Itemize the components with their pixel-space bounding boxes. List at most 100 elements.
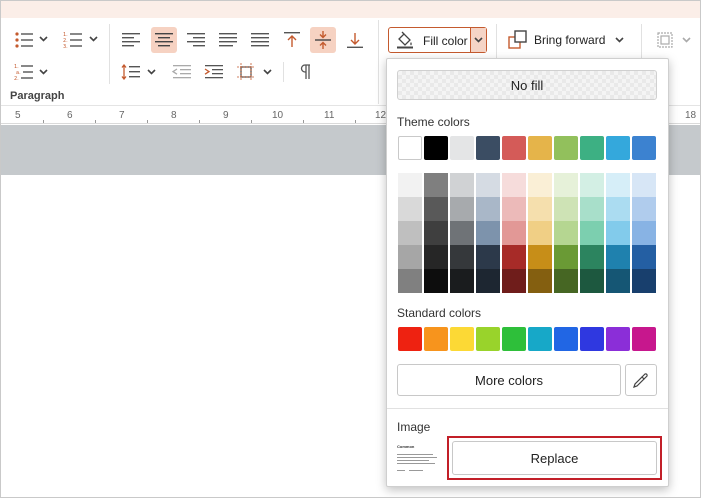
standard-color-swatch[interactable]	[554, 327, 578, 351]
theme-shade-swatch[interactable]	[424, 197, 448, 221]
fill-color-button[interactable]: Fill color	[388, 27, 487, 53]
theme-shade-swatch[interactable]	[398, 245, 422, 269]
theme-shade-swatch[interactable]	[502, 221, 526, 245]
theme-shade-swatch[interactable]	[398, 173, 422, 197]
chevron-down-icon[interactable]	[682, 37, 691, 43]
chevron-down-icon[interactable]	[263, 69, 272, 75]
padding-button[interactable]	[234, 60, 258, 84]
chevron-down-icon[interactable]	[89, 36, 98, 42]
align-right-button[interactable]	[184, 28, 208, 52]
theme-shade-swatch[interactable]	[476, 173, 500, 197]
line-spacing-button[interactable]	[119, 60, 143, 84]
arrange-button[interactable]	[653, 28, 677, 52]
justify-button[interactable]	[216, 28, 240, 52]
theme-shade-swatch[interactable]	[554, 245, 578, 269]
theme-shade-swatch[interactable]	[450, 269, 474, 293]
theme-shade-swatch[interactable]	[424, 173, 448, 197]
distribute-button[interactable]	[248, 28, 272, 52]
align-middle-button[interactable]	[310, 27, 336, 53]
theme-shade-swatch[interactable]	[632, 245, 656, 269]
theme-color-swatch[interactable]	[606, 136, 630, 160]
theme-shade-swatch[interactable]	[606, 173, 630, 197]
align-left-button[interactable]	[119, 28, 143, 52]
theme-shade-swatch[interactable]	[424, 269, 448, 293]
theme-color-swatch[interactable]	[424, 136, 448, 160]
theme-color-swatch[interactable]	[632, 136, 656, 160]
theme-shade-swatch[interactable]	[528, 221, 552, 245]
theme-shade-swatch[interactable]	[528, 197, 552, 221]
theme-shade-swatch[interactable]	[476, 269, 500, 293]
theme-shade-swatch[interactable]	[450, 245, 474, 269]
standard-color-swatch[interactable]	[476, 327, 500, 351]
theme-shade-swatch[interactable]	[580, 173, 604, 197]
standard-color-swatch[interactable]	[398, 327, 422, 351]
standard-color-swatch[interactable]	[528, 327, 552, 351]
standard-color-swatch[interactable]	[502, 327, 526, 351]
theme-color-swatch[interactable]	[528, 136, 552, 160]
theme-shade-swatch[interactable]	[502, 269, 526, 293]
decrease-indent-button[interactable]	[169, 60, 193, 84]
align-top-button[interactable]	[280, 28, 304, 52]
theme-shade-swatch[interactable]	[632, 197, 656, 221]
chevron-down-icon[interactable]	[39, 69, 48, 75]
theme-shade-swatch[interactable]	[476, 245, 500, 269]
theme-shade-swatch[interactable]	[502, 197, 526, 221]
show-formatting-button[interactable]	[293, 60, 317, 84]
theme-shade-swatch[interactable]	[528, 245, 552, 269]
fill-color-dropdown[interactable]	[470, 28, 486, 52]
theme-shade-swatch[interactable]	[580, 245, 604, 269]
align-center-button[interactable]	[151, 27, 177, 53]
multilevel-list-button[interactable]: 1. a. 2.	[12, 60, 36, 84]
theme-shade-swatch[interactable]	[580, 221, 604, 245]
theme-shade-swatch[interactable]	[424, 221, 448, 245]
theme-shade-swatch[interactable]	[502, 173, 526, 197]
standard-color-swatch[interactable]	[606, 327, 630, 351]
theme-color-swatch[interactable]	[476, 136, 500, 160]
theme-shade-swatch[interactable]	[632, 221, 656, 245]
replace-button[interactable]: Replace	[452, 441, 657, 475]
theme-color-swatch[interactable]	[580, 136, 604, 160]
theme-shade-swatch[interactable]	[528, 269, 552, 293]
numbered-list-button[interactable]: 1. 2. 3.	[61, 28, 85, 52]
theme-shade-swatch[interactable]	[528, 173, 552, 197]
theme-shade-swatch[interactable]	[476, 197, 500, 221]
theme-shade-swatch[interactable]	[450, 197, 474, 221]
standard-color-swatch[interactable]	[632, 327, 656, 351]
theme-color-swatch[interactable]	[450, 136, 474, 160]
theme-color-swatch[interactable]	[502, 136, 526, 160]
theme-shade-swatch[interactable]	[398, 221, 422, 245]
theme-shade-swatch[interactable]	[580, 197, 604, 221]
theme-shade-swatch[interactable]	[398, 197, 422, 221]
standard-color-swatch[interactable]	[580, 327, 604, 351]
chevron-down-icon[interactable]	[39, 36, 48, 42]
no-fill-button[interactable]: No fill	[397, 70, 657, 100]
theme-shade-swatch[interactable]	[450, 173, 474, 197]
more-colors-button[interactable]: More colors	[397, 364, 621, 396]
theme-shade-swatch[interactable]	[606, 245, 630, 269]
theme-shade-swatch[interactable]	[398, 269, 422, 293]
chevron-down-icon[interactable]	[615, 37, 624, 43]
theme-shade-swatch[interactable]	[554, 197, 578, 221]
theme-color-swatch[interactable]	[398, 136, 422, 160]
theme-shade-swatch[interactable]	[580, 269, 604, 293]
theme-shade-swatch[interactable]	[606, 221, 630, 245]
theme-shade-swatch[interactable]	[450, 221, 474, 245]
theme-shade-swatch[interactable]	[554, 269, 578, 293]
standard-color-swatch[interactable]	[424, 327, 448, 351]
eyedropper-button[interactable]	[625, 364, 657, 396]
standard-color-swatch[interactable]	[450, 327, 474, 351]
bullet-list-button[interactable]	[12, 28, 36, 52]
theme-shade-swatch[interactable]	[606, 197, 630, 221]
theme-shade-swatch[interactable]	[424, 245, 448, 269]
chevron-down-icon[interactable]	[147, 69, 156, 75]
theme-shade-swatch[interactable]	[632, 173, 656, 197]
increase-indent-button[interactable]	[201, 60, 225, 84]
align-bottom-button[interactable]	[343, 28, 367, 52]
theme-shade-swatch[interactable]	[502, 245, 526, 269]
theme-shade-swatch[interactable]	[554, 173, 578, 197]
theme-shade-swatch[interactable]	[476, 221, 500, 245]
theme-shade-swatch[interactable]	[606, 269, 630, 293]
theme-shade-swatch[interactable]	[554, 221, 578, 245]
theme-shade-swatch[interactable]	[632, 269, 656, 293]
theme-color-swatch[interactable]	[554, 136, 578, 160]
